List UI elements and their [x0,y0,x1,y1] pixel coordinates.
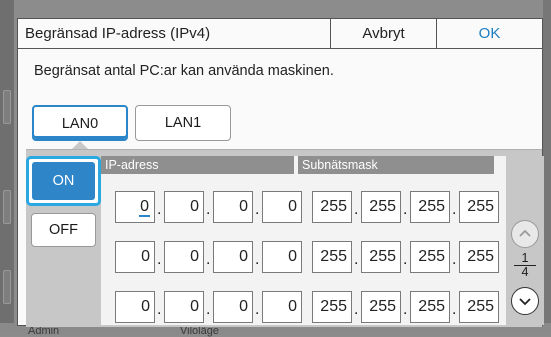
mask-octet-1-field[interactable]: 255 [312,291,352,323]
ip-octet-4-field[interactable]: 0 [262,291,302,323]
dialog-title: Begränsad IP-adress (IPv4) [25,25,211,42]
dot-separator: . [354,251,359,268]
on-button[interactable]: ON [26,156,101,206]
ip-octet-1-field[interactable]: 0 [115,191,155,223]
dot-separator: . [206,251,211,268]
ip-octet-1-field[interactable]: 0 [115,241,155,273]
off-button[interactable]: OFF [31,213,96,247]
mask-octet-2-field[interactable]: 255 [361,291,401,323]
mask-octet-4-field[interactable]: 255 [459,191,499,223]
address-grid: IP-adress Subnätsmask 0 . 0 . 0 . 0 255 … [101,156,506,325]
ip-octet-4-field[interactable]: 0 [262,241,302,273]
dot-separator: . [452,301,457,318]
tab-pointer [72,141,88,149]
page-indicator: 1 4 [514,252,536,279]
background-edge [543,0,551,335]
dot-separator: . [157,301,162,318]
dot-separator: . [452,201,457,218]
dot-separator: . [255,301,260,318]
ip-octet-2-field[interactable]: 0 [164,191,204,223]
mask-octet-4-field[interactable]: 255 [459,291,499,323]
chevron-up-icon [519,229,531,237]
background-sidebar [0,0,14,335]
ok-button[interactable]: OK [436,19,542,49]
ip-octet-3-field[interactable]: 0 [213,191,253,223]
dot-separator: . [255,201,260,218]
mask-octet-2-field[interactable]: 255 [361,241,401,273]
dot-separator: . [255,251,260,268]
dot-separator: . [206,301,211,318]
scroll-column: 1 4 [506,156,544,325]
background-button [3,190,11,224]
dialog-titlebar: Begränsad IP-adress (IPv4) Avbryt OK [18,19,542,49]
dot-separator: . [354,201,359,218]
ip-octet-1-field[interactable]: 0 [115,291,155,323]
tab-lan1[interactable]: LAN1 [135,105,231,141]
ip-octet-3-field[interactable]: 0 [213,291,253,323]
page-current: 1 [514,252,536,266]
address-row: 0 . 0 . 0 . 0 255 . 255 . 255 . 255 [101,241,506,275]
dot-separator: . [452,251,457,268]
mask-octet-2-field[interactable]: 255 [361,191,401,223]
page-total: 4 [521,265,529,279]
dot-separator: . [157,251,162,268]
dot-separator: . [157,201,162,218]
mask-column-header: Subnätsmask [298,156,494,174]
mask-octet-3-field[interactable]: 255 [410,191,450,223]
restricted-ip-dialog: Begränsad IP-adress (IPv4) Avbryt OK Beg… [17,18,544,327]
dot-separator: . [354,301,359,318]
scroll-up-button[interactable] [511,220,539,248]
scroll-down-button[interactable] [511,287,539,315]
on-button-label: ON [32,162,95,200]
mask-octet-4-field[interactable]: 255 [459,241,499,273]
cancel-button[interactable]: Avbryt [330,19,436,49]
mask-octet-1-field[interactable]: 255 [312,191,352,223]
background-button [3,270,11,304]
ip-column-header: IP-adress [101,156,294,174]
address-row: 0 . 0 . 0 . 0 255 . 255 . 255 . 255 [101,191,506,225]
mask-octet-1-field[interactable]: 255 [312,241,352,273]
ip-octet-value: 0 [139,198,150,217]
dot-separator: . [206,201,211,218]
ip-octet-3-field[interactable]: 0 [213,241,253,273]
dialog-message: Begränsat antal PC:ar kan använda maskin… [34,63,334,79]
ip-octet-4-field[interactable]: 0 [262,191,302,223]
mask-octet-3-field[interactable]: 255 [410,291,450,323]
dot-separator: . [403,251,408,268]
chevron-down-icon [519,298,531,306]
ip-octet-2-field[interactable]: 0 [164,291,204,323]
address-row: 0 . 0 . 0 . 0 255 . 255 . 255 . 255 [101,291,506,325]
dot-separator: . [403,301,408,318]
dot-separator: . [403,201,408,218]
ip-octet-2-field[interactable]: 0 [164,241,204,273]
mask-octet-3-field[interactable]: 255 [410,241,450,273]
background-button [3,90,11,124]
tab-lan0[interactable]: LAN0 [32,105,128,141]
